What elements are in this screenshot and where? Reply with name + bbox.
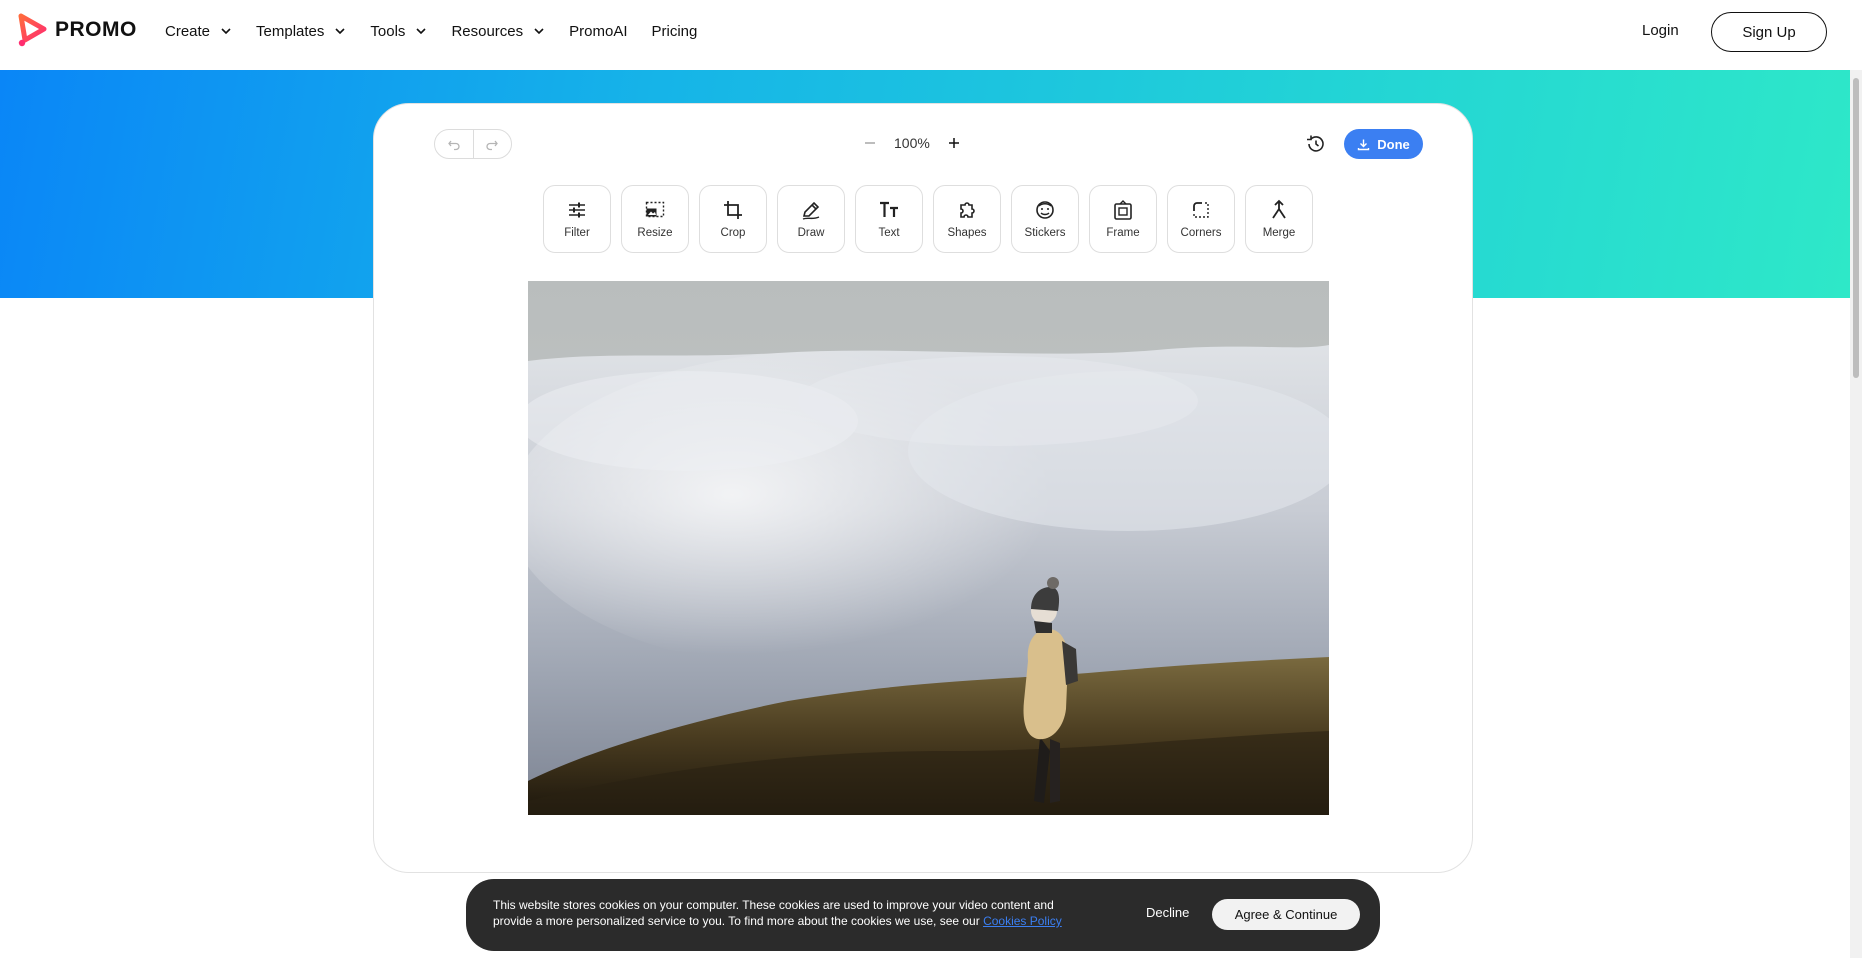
nav-pricing-label: Pricing	[651, 22, 698, 40]
hiker-above-clouds-image	[528, 281, 1329, 815]
tool-resize[interactable]: Resize	[621, 185, 689, 253]
photo-editor-card: 100% Done Filter Resize Crop Draw Text S…	[373, 103, 1473, 873]
tool-draw-label: Draw	[797, 227, 825, 239]
undo-icon	[448, 140, 460, 151]
redo-icon	[486, 140, 499, 151]
tool-stickers[interactable]: Stickers	[1011, 185, 1079, 253]
zoom-in-button[interactable]	[942, 131, 966, 155]
nav-tools[interactable]: Tools	[370, 23, 427, 40]
tool-merge-label: Merge	[1262, 227, 1296, 239]
editable-photo[interactable]	[528, 281, 1329, 815]
chevron-down-icon	[534, 28, 544, 35]
chevron-down-icon	[221, 28, 231, 35]
tool-stickers-label: Stickers	[1024, 227, 1066, 239]
zoom-control: 100%	[858, 131, 966, 155]
minus-icon	[865, 142, 875, 144]
cookies-policy-link[interactable]: Cookies Policy	[983, 914, 1062, 928]
signup-button[interactable]: Sign Up	[1711, 12, 1827, 52]
nav-templates-label: Templates	[256, 22, 325, 40]
sliders-icon	[569, 202, 585, 218]
frame-icon	[1114, 200, 1132, 220]
tool-text-label: Text	[878, 227, 900, 239]
tool-frame-label: Frame	[1106, 227, 1140, 239]
nav-pricing[interactable]: Pricing	[652, 23, 698, 40]
nav-create-label: Create	[165, 22, 211, 40]
cookie-banner: This website stores cookies on your comp…	[466, 879, 1380, 951]
login-link[interactable]: Login	[1642, 22, 1679, 39]
nav-create[interactable]: Create	[165, 23, 232, 40]
merge-icon	[1272, 199, 1286, 219]
text-icon	[880, 201, 898, 217]
plus-icon	[948, 138, 959, 148]
undo-button[interactable]	[435, 130, 473, 158]
tool-corners[interactable]: Corners	[1167, 185, 1235, 253]
zoom-level: 100%	[894, 135, 930, 151]
nav-templates[interactable]: Templates	[256, 23, 346, 40]
done-label: Done	[1377, 136, 1410, 152]
history-icon[interactable]	[1304, 132, 1328, 156]
chevron-down-icon	[416, 28, 427, 35]
download-icon	[1358, 139, 1370, 150]
nav-promoai-label: PromoAI	[569, 22, 628, 40]
page-scrollbar[interactable]	[1850, 70, 1862, 958]
resize-icon	[645, 201, 665, 218]
done-button[interactable]: Done	[1344, 129, 1423, 159]
tool-draw[interactable]: Draw	[777, 185, 845, 253]
agree-continue-button[interactable]: Agree & Continue	[1212, 899, 1360, 930]
tool-crop-label: Crop	[720, 227, 746, 239]
cookie-message-text: This website stores cookies on your comp…	[493, 898, 1054, 928]
tool-frame[interactable]: Frame	[1089, 185, 1157, 253]
draw-icon	[802, 201, 820, 220]
logo-text: PROMO	[55, 18, 137, 41]
nav-resources-label: Resources	[451, 22, 524, 40]
shapes-icon	[960, 202, 975, 218]
decline-button[interactable]: Decline	[1146, 905, 1189, 920]
tool-shapes-label: Shapes	[947, 227, 987, 239]
redo-button[interactable]	[472, 130, 511, 158]
crop-icon	[724, 201, 742, 219]
tool-bar: Filter Resize Crop Draw Text Shapes Stic…	[543, 185, 1313, 253]
chevron-down-icon	[335, 28, 345, 35]
nav-promoai[interactable]: PromoAI	[569, 23, 627, 40]
main-nav: Create Templates Tools Resources PromoAI…	[165, 0, 697, 62]
promo-logo[interactable]: PROMO	[17, 13, 137, 47]
scrollbar-thumb[interactable]	[1853, 78, 1859, 378]
tool-text[interactable]: Text	[855, 185, 923, 253]
tool-filter[interactable]: Filter	[543, 185, 611, 253]
tool-corners-label: Corners	[1180, 227, 1222, 239]
cookie-message: This website stores cookies on your comp…	[493, 897, 1083, 929]
top-header: PROMO Create Templates Tools Resources P…	[0, 0, 1850, 70]
tool-resize-label: Resize	[637, 227, 673, 239]
promo-logo-icon	[18, 13, 47, 47]
tool-shapes[interactable]: Shapes	[933, 185, 1001, 253]
tool-filter-label: Filter	[564, 227, 590, 239]
zoom-out-button[interactable]	[858, 131, 882, 155]
undo-redo-group	[434, 129, 512, 159]
sticker-icon	[1036, 201, 1054, 219]
tool-merge[interactable]: Merge	[1245, 185, 1313, 253]
corners-icon	[1193, 202, 1209, 218]
tool-crop[interactable]: Crop	[699, 185, 767, 253]
nav-resources[interactable]: Resources	[451, 23, 545, 40]
nav-tools-label: Tools	[370, 22, 406, 40]
